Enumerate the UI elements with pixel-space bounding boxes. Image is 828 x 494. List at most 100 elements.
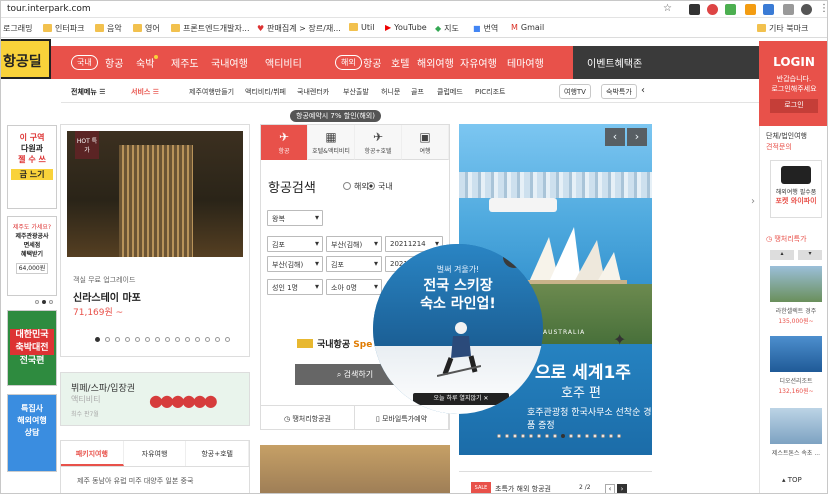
chevron-right-icon[interactable]: › [747, 196, 759, 214]
chevron-right-icon[interactable]: › [617, 484, 627, 493]
bookmark-item[interactable]: 음악 [95, 23, 122, 34]
chevron-left-icon[interactable]: ‹ [641, 85, 645, 96]
right-rail: 단체/법인여행 견적문의 해외여행 필수품 포켓 와이파이 ◷ 땡처리특가 ▴ … [759, 126, 827, 493]
avatar[interactable] [801, 4, 812, 15]
pocket-wifi-ad[interactable]: 해외여행 필수품 포켓 와이파이 [770, 160, 822, 218]
last-minute-flight-link[interactable]: ◷ 땡처리항공권 [261, 406, 355, 430]
more-menu-icon[interactable]: ⋮ [819, 3, 827, 14]
ticket-deal-card[interactable]: 뷔페/스파/입장권 액티비티 최수 판7월 ●●●●●● [60, 372, 250, 426]
url-text[interactable]: tour.interpark.com [7, 4, 91, 14]
left-ad-banner[interactable]: 제주도 가세요? 제주관광공사 면세점 혜택받기 64,000원 [7, 216, 57, 296]
nav-domestic-stay[interactable]: 숙박 [136, 55, 159, 70]
left-ad-banner[interactable]: 이 구역 다원과 젤 수 쓰 금 느기 [7, 125, 57, 209]
chevron-up-icon[interactable]: ▴ [770, 250, 794, 260]
bottom-photo[interactable] [260, 445, 450, 493]
bookmark-item[interactable]: ▶ YouTube [385, 23, 427, 32]
nav-activity[interactable]: 액티비티 [265, 55, 302, 70]
departure-select[interactable]: 부산(김해) [267, 256, 323, 272]
scroll-top-button[interactable]: ▴ TOP [782, 476, 802, 484]
subnav-item[interactable]: 클럽메드 [437, 87, 463, 97]
tab-flight-hotel[interactable]: ✈ 항공+호텔 [355, 125, 402, 160]
nav-hotel[interactable]: 호텔 [391, 55, 409, 70]
trip-type-select[interactable]: 왕복 [267, 210, 323, 226]
hotel-pager[interactable] [95, 337, 230, 342]
nav-jeju[interactable]: 제주도 [171, 55, 199, 70]
deal-name[interactable]: 라한셀렉트 경주 [764, 306, 827, 315]
subnav-item[interactable]: 제주여행만들기 [189, 87, 234, 97]
extension-icon[interactable] [763, 4, 774, 15]
site-logo[interactable]: 항공딜 [1, 39, 51, 79]
subnav-item[interactable]: PIC리조트 [475, 87, 506, 97]
puzzle-icon[interactable] [783, 4, 794, 15]
nav-free-tour[interactable]: 자유여행 [460, 55, 497, 70]
hotel-deal-card[interactable]: HOT 특가 객실 무료 업그레이드 신라스테이 마포 71,169원 ~ [60, 124, 250, 357]
tab-flight[interactable]: ✈ 항공 [261, 125, 308, 160]
nav-theme-tour[interactable]: 테마여행 [507, 55, 544, 70]
tab-tour[interactable]: ▣ 여행 [402, 125, 449, 160]
banner-pager[interactable] [497, 434, 621, 438]
tab-package[interactable]: 패키지여행 [61, 441, 124, 466]
region-list[interactable]: 제주 동남아 유럽 미주 대양주 일본 중국 [61, 467, 249, 486]
chevron-down-icon[interactable]: ▾ [798, 250, 822, 260]
tab-hotel-activity[interactable]: ▦ 호텔&액티비티 [308, 125, 355, 160]
nav-overseas-tour[interactable]: 해외여행 [417, 55, 454, 70]
star-icon[interactable]: ☆ [663, 3, 672, 14]
event-benefit-zone[interactable]: 이벤트혜택존 [573, 46, 759, 79]
stay-deal-chip[interactable]: 숙박특가 [601, 84, 637, 99]
travel-tv-chip[interactable]: 여행TV [559, 84, 591, 99]
tab-flight-hotel[interactable]: 항공+호텔 [186, 441, 250, 466]
airplane-hotel-icon: ✈ [372, 130, 384, 144]
subnav-item[interactable]: 골프 [411, 87, 424, 97]
quote-link[interactable]: 견적문의 [766, 142, 792, 152]
close-icon[interactable]: ✕ [503, 246, 525, 268]
search-tabs: ✈ 항공 ▦ 호텔&액티비티 ✈ 항공+호텔 ▣ 여행 [261, 125, 449, 160]
dont-show-today-button[interactable]: 오늘 하루 열지않기 ✕ [413, 393, 509, 405]
subnav-item[interactable]: 국내렌터카 [297, 87, 329, 97]
bookmark-item[interactable]: 기타 북마크 [757, 23, 808, 34]
nav-domestic-tour[interactable]: 국내여행 [211, 55, 248, 70]
subnav-item[interactable]: 액티비티/뷔페 [245, 87, 286, 97]
deal-thumbnail[interactable] [770, 336, 822, 372]
login-button[interactable]: 로그인 [770, 99, 818, 113]
extension-icon[interactable] [745, 4, 756, 15]
domestic-special-banner[interactable]: 국내항공 Spe [297, 337, 372, 350]
radio-domestic[interactable]: 국내 [367, 181, 393, 192]
tab-free-tour[interactable]: 자유여행 [124, 441, 187, 466]
nav-overseas-flight[interactable]: 항공 [363, 55, 381, 70]
radio-overseas[interactable]: 해외 [343, 181, 369, 192]
subnav-item[interactable]: 부산출발 [343, 87, 369, 97]
nav-domestic-flight[interactable]: 항공 [105, 55, 123, 70]
bookmark-item[interactable]: 프론트엔드개발자... [171, 23, 250, 34]
bookmark-item[interactable]: ■ 번역 [473, 23, 498, 34]
group-travel-link[interactable]: 단체/법인여행 [766, 131, 807, 141]
deal-thumbnail[interactable] [770, 266, 822, 302]
adult-select[interactable]: 성인 1명 [267, 279, 323, 295]
hot-badge: HOT 특가 [75, 131, 99, 159]
deal-title[interactable]: 초특가 해외 항공권 [495, 484, 551, 493]
left-ad-banner[interactable]: 특집사 해외여행 상담 [7, 394, 57, 472]
address-bar[interactable]: tour.interpark.com ☆ ⋮ [1, 1, 827, 18]
bookmark-item[interactable]: 인터파크 [43, 23, 84, 34]
all-menu-button[interactable]: 전체메뉴 ☰ [71, 87, 105, 97]
deal-thumbnail[interactable] [770, 408, 822, 444]
left-ad-pager[interactable] [35, 300, 53, 304]
bookmark-item[interactable]: ♥ 판매집계 > 장르/재... [257, 23, 341, 34]
subnav-item[interactable]: 허니문 [381, 87, 400, 97]
left-ad-banner[interactable]: 대한민국 축박대전 전국편 [7, 310, 57, 386]
chevron-left-icon[interactable]: ‹ [605, 484, 615, 493]
bookmark-item[interactable]: 로그래밍 [3, 23, 32, 34]
deal-name[interactable]: 제스트톤스 속초 ... [764, 448, 827, 457]
extension-icon[interactable] [725, 4, 736, 15]
bookmark-item[interactable]: 영어 [133, 23, 160, 34]
ski-promo-popup[interactable]: 벌써 겨울가! 전국 스키장 숙소 라인업! ✕ 오늘 하루 열지않기 ✕ [373, 244, 543, 414]
departure-select[interactable]: 김포 [267, 236, 323, 252]
chevron-left-icon[interactable]: ‹ [605, 128, 625, 146]
service-menu[interactable]: 서비스 ☰ [131, 87, 159, 97]
bookmark-item[interactable]: Util [349, 23, 374, 32]
chevron-right-icon[interactable]: › [627, 128, 647, 146]
deal-name[interactable]: 디오션리조트 [764, 376, 827, 385]
bookmark-item[interactable]: M Gmail [511, 23, 544, 32]
bookmark-item[interactable]: ◆ 지도 [435, 23, 459, 34]
extension-icon[interactable] [689, 4, 700, 15]
extension-icon[interactable] [707, 4, 718, 15]
